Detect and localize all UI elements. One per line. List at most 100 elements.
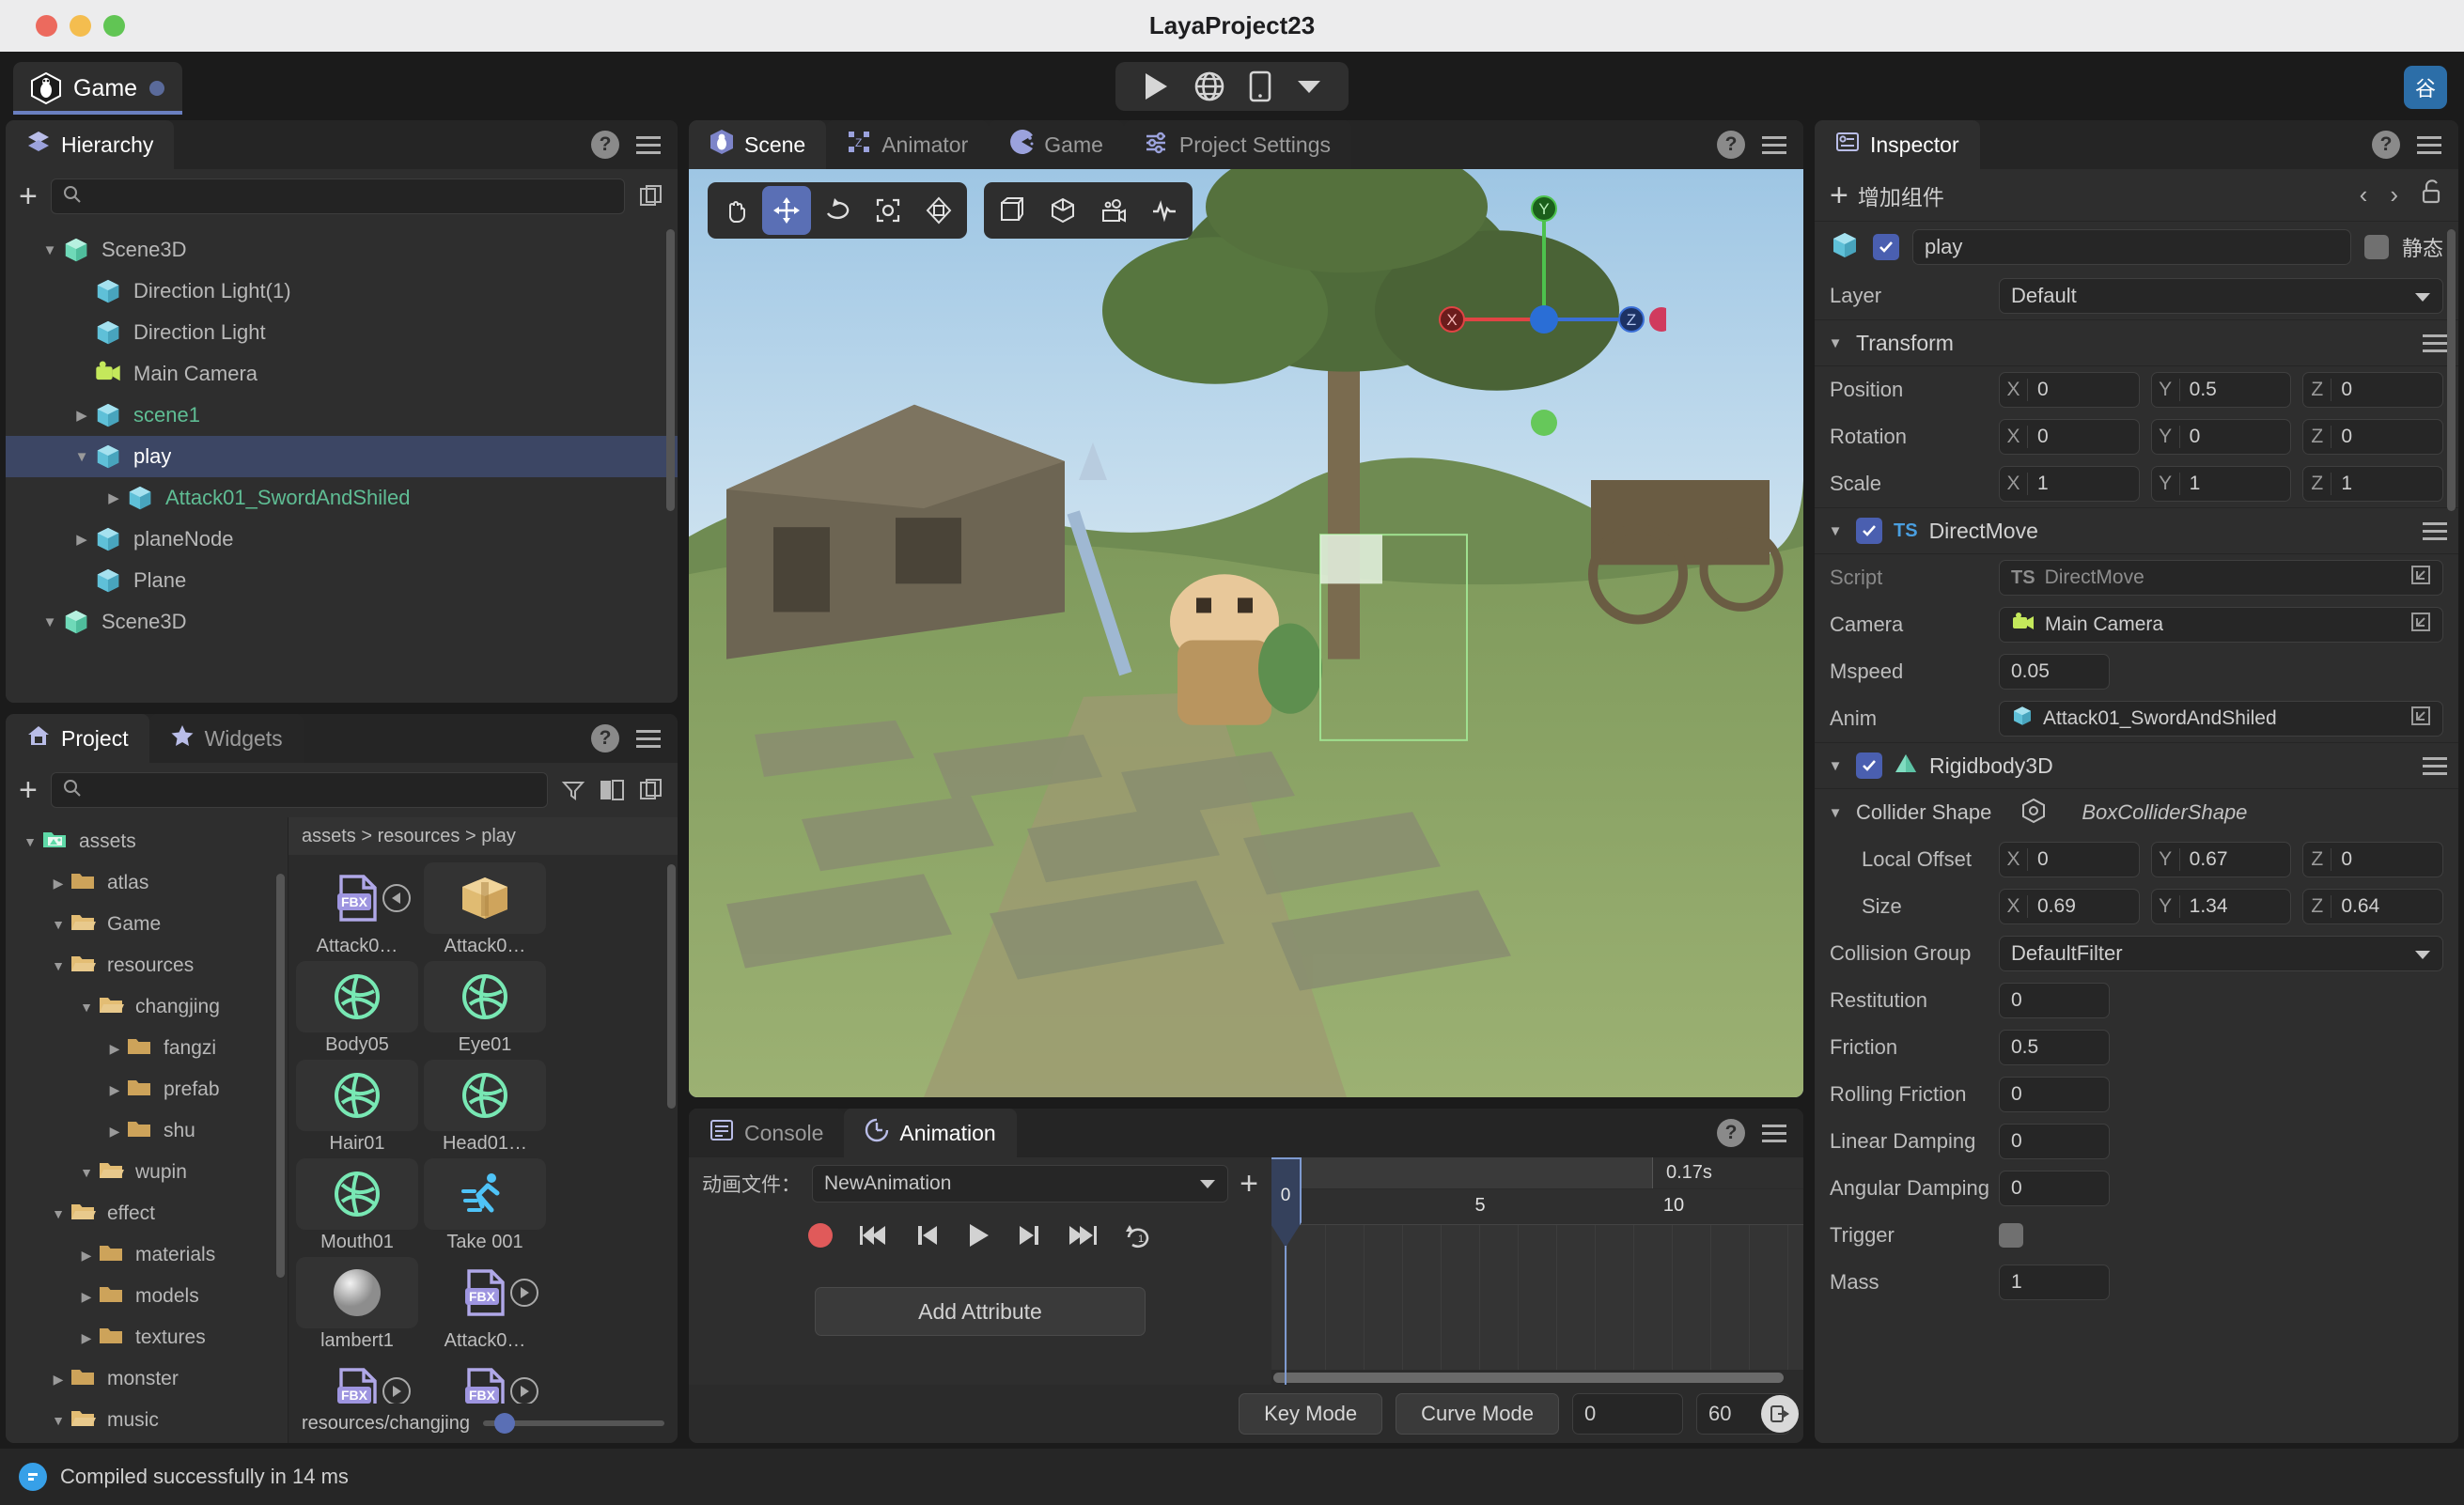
asset-item[interactable]: FBXAttack0…: [424, 1257, 546, 1352]
rotation-x[interactable]: X0: [1999, 419, 2140, 455]
static-checkbox[interactable]: [2364, 235, 2389, 259]
hierarchy-search-box[interactable]: [51, 178, 625, 214]
tree-expand-arrow[interactable]: ▼: [47, 1413, 70, 1428]
play-button[interactable]: [966, 1222, 990, 1249]
asset-play-badge[interactable]: [382, 1377, 411, 1404]
playhead-line[interactable]: 0: [1285, 1157, 1287, 1385]
scene-menu-icon[interactable]: [1762, 136, 1786, 154]
angular-damping-input[interactable]: 0: [1999, 1171, 2110, 1206]
tree-expand-arrow[interactable]: ▶: [70, 407, 94, 424]
next-frame-button[interactable]: [1017, 1223, 1041, 1248]
asset-item[interactable]: lambert1: [296, 1257, 418, 1352]
tree-expand-arrow[interactable]: ▼: [47, 1206, 70, 1221]
asset-item[interactable]: FBXAttack0…: [296, 862, 418, 957]
hierarchy-collapse-icon[interactable]: [638, 183, 664, 209]
collapse-caret-icon[interactable]: ▼: [1826, 758, 1845, 774]
hierarchy-item-direction-light-1-[interactable]: Direction Light(1): [6, 271, 678, 312]
pick-object-icon[interactable]: [2410, 565, 2431, 591]
folder-item-atlas[interactable]: ▶atlas: [6, 862, 288, 904]
chevron-down-icon[interactable]: [1296, 78, 1322, 95]
add-asset-button[interactable]: +: [19, 774, 38, 806]
hierarchy-search-input[interactable]: [90, 186, 613, 208]
collapse-caret-icon[interactable]: ▼: [1826, 805, 1845, 821]
asset-item[interactable]: FBXAttack0…: [424, 1356, 546, 1404]
lock-icon[interactable]: [2421, 178, 2443, 211]
folder-item-game[interactable]: ▼Game: [6, 904, 288, 945]
hierarchy-scrollbar[interactable]: [666, 229, 675, 511]
folder-item-wupin[interactable]: ▼wupin: [6, 1152, 288, 1193]
tree-expand-arrow[interactable]: ▼: [47, 917, 70, 932]
folder-item-monster[interactable]: ▶monster: [6, 1358, 288, 1400]
mass-input[interactable]: 1: [1999, 1265, 2110, 1300]
tab-project[interactable]: Project: [6, 714, 149, 763]
help-icon[interactable]: ?: [1717, 1119, 1745, 1147]
hierarchy-item-main-camera[interactable]: Main Camera: [6, 353, 678, 395]
scale-x[interactable]: X1: [1999, 466, 2140, 502]
scale-y[interactable]: Y1: [2151, 466, 2292, 502]
tab-game[interactable]: Game: [989, 120, 1124, 169]
current-frame-input[interactable]: 0: [1572, 1393, 1683, 1435]
animation-file-select[interactable]: NewAnimation: [812, 1165, 1228, 1202]
folder-item-changjing[interactable]: ▼changjing: [6, 986, 288, 1028]
account-button[interactable]: 谷: [2404, 66, 2447, 109]
rotation-z[interactable]: Z0: [2302, 419, 2443, 455]
asset-prev-badge[interactable]: [382, 884, 411, 912]
tab-console[interactable]: Console: [689, 1109, 844, 1157]
tree-expand-arrow[interactable]: ▶: [75, 1248, 98, 1264]
jump-end-button[interactable]: [1068, 1223, 1098, 1248]
hierarchy-item-attack01-swordandshiled[interactable]: ▶Attack01_SwordAndShiled: [6, 477, 678, 519]
project-tab-game[interactable]: Game: [13, 62, 182, 115]
asset-item[interactable]: Take 001: [424, 1158, 546, 1253]
timeline-grid[interactable]: [1271, 1225, 1803, 1385]
position-y[interactable]: Y0.5: [2151, 372, 2292, 408]
help-icon[interactable]: ?: [591, 131, 619, 159]
animation-timeline[interactable]: 0.17s 0510 0: [1271, 1157, 1803, 1385]
help-icon[interactable]: ?: [1717, 131, 1745, 159]
directmove-component-header[interactable]: ▼ TS DirectMove: [1815, 507, 2458, 554]
tree-expand-arrow[interactable]: ▼: [38, 242, 62, 258]
asset-item[interactable]: Attack0…: [424, 862, 546, 957]
tree-expand-arrow[interactable]: ▶: [101, 489, 126, 506]
directmove-menu-icon[interactable]: [2423, 522, 2447, 540]
project-search-input[interactable]: [90, 780, 536, 801]
hierarchy-menu-icon[interactable]: [636, 136, 661, 154]
folder-item-effect[interactable]: ▼effect: [6, 1193, 288, 1234]
transform-gizmo[interactable]: Y X Z: [1422, 188, 1666, 460]
tree-expand-arrow[interactable]: ▶: [103, 1124, 126, 1140]
filter-icon[interactable]: [561, 778, 585, 802]
scale-tool-icon[interactable]: [864, 186, 912, 235]
tree-expand-arrow[interactable]: ▼: [75, 1165, 98, 1180]
rotation-y[interactable]: Y0: [2151, 419, 2292, 455]
tab-widgets[interactable]: Widgets: [149, 714, 304, 763]
add-animation-button[interactable]: +: [1240, 1168, 1258, 1200]
shading-toggle-icon[interactable]: [1038, 186, 1087, 235]
tab-animator[interactable]: Z Animator: [826, 120, 989, 169]
restitution-input[interactable]: 0: [1999, 983, 2110, 1018]
folder-item-materials[interactable]: ▶materials: [6, 1234, 288, 1276]
size-x[interactable]: X0.69: [1999, 889, 2140, 924]
asset-item[interactable]: Body05: [296, 961, 418, 1056]
pick-object-icon[interactable]: [2410, 612, 2431, 638]
timeline-hscroll-thumb[interactable]: [1273, 1373, 1784, 1383]
mspeed-input[interactable]: 0.05: [1999, 654, 2110, 690]
export-icon[interactable]: [1761, 1395, 1799, 1433]
folder-item-music[interactable]: ▼music: [6, 1400, 288, 1441]
friction-input[interactable]: 0.5: [1999, 1030, 2110, 1065]
phone-icon[interactable]: [1249, 70, 1271, 102]
size-z[interactable]: Z0.64: [2302, 889, 2443, 924]
wireframe-toggle-icon[interactable]: [988, 186, 1037, 235]
folder-item-models[interactable]: ▶models: [6, 1276, 288, 1317]
prev-frame-button[interactable]: [915, 1223, 940, 1248]
loop-button[interactable]: 1: [1124, 1222, 1152, 1249]
tree-expand-arrow[interactable]: ▶: [103, 1041, 126, 1057]
tab-scene[interactable]: Scene: [689, 120, 826, 169]
asset-item[interactable]: Head01…: [424, 1060, 546, 1155]
collider-shape-header[interactable]: ▼ Collider Shape BoxColliderShape: [1815, 789, 2458, 836]
collapse-caret-icon[interactable]: ▼: [1826, 523, 1845, 539]
add-attribute-button[interactable]: Add Attribute: [815, 1287, 1146, 1336]
play-icon[interactable]: [1142, 71, 1170, 101]
rigidbody-enabled-checkbox[interactable]: [1856, 752, 1882, 779]
rigidbody-menu-icon[interactable]: [2423, 757, 2447, 775]
timeline-ruler[interactable]: 0510: [1271, 1189, 1803, 1225]
nav-forward-icon[interactable]: ›: [2390, 180, 2398, 209]
